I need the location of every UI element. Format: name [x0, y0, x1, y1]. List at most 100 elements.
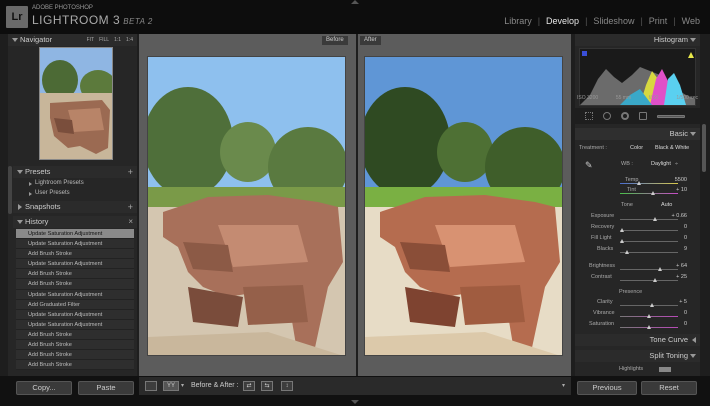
fill-light-slider-thumb[interactable]	[620, 239, 624, 243]
snapshots-header[interactable]: Snapshots +	[13, 201, 137, 213]
clarity-value[interactable]: + 5	[667, 299, 687, 305]
history-item[interactable]: Update Saturation Adjustment	[16, 309, 134, 320]
after-photo[interactable]	[364, 56, 563, 356]
spot-removal-tool-icon[interactable]	[603, 112, 611, 120]
add-snapshot-icon[interactable]: +	[128, 201, 133, 213]
paste-button[interactable]: Paste	[78, 381, 134, 395]
split-toning-header[interactable]: Split Toning	[575, 350, 700, 362]
temp-slider-thumb[interactable]	[637, 181, 641, 185]
history-item[interactable]: Add Brush Stroke	[16, 279, 134, 290]
module-web[interactable]: Web	[682, 16, 700, 26]
zoom-fit[interactable]: FIT	[87, 34, 95, 46]
basic-header[interactable]: Basic	[575, 128, 700, 140]
top-panel-toggle-icon[interactable]	[351, 0, 359, 4]
temp-slider[interactable]	[620, 181, 678, 185]
module-develop[interactable]: Develop	[546, 16, 579, 26]
previous-button[interactable]: Previous	[577, 381, 637, 395]
chevron-down-icon[interactable]: ▾	[181, 382, 184, 389]
chevron-down-icon[interactable]: ÷	[675, 161, 678, 167]
auto-tone-button[interactable]: Auto	[661, 202, 672, 208]
recovery-slider[interactable]	[620, 228, 678, 232]
exposure-slider-thumb[interactable]	[653, 217, 657, 221]
history-item[interactable]: Update Saturation Adjustment	[16, 319, 134, 330]
contrast-value[interactable]: + 25	[667, 274, 687, 280]
navigator-preview[interactable]	[39, 47, 113, 160]
history-item[interactable]: Add Brush Stroke	[16, 269, 134, 280]
contrast-slider-thumb[interactable]	[653, 278, 657, 282]
wb-preset-select[interactable]: Daylight	[651, 161, 671, 167]
saturation-slider-thumb[interactable]	[647, 325, 651, 329]
clear-history-icon[interactable]: ×	[128, 216, 133, 228]
histogram-header[interactable]: Histogram	[575, 34, 700, 46]
blacks-slider-thumb[interactable]	[625, 250, 629, 254]
history-item[interactable]: Add Brush Stroke	[16, 329, 134, 341]
presets-header[interactable]: Presets +	[13, 166, 137, 178]
clarity-slider-thumb[interactable]	[650, 303, 654, 307]
treatment-bw-option[interactable]: Black & White	[655, 145, 689, 151]
saturation-value[interactable]: 0	[667, 321, 687, 327]
module-print[interactable]: Print	[649, 16, 668, 26]
vibrance-value[interactable]: 0	[667, 310, 687, 316]
shadow-clipping-indicator[interactable]	[582, 51, 587, 56]
graduated-filter-icon[interactable]	[639, 112, 647, 120]
clarity-slider[interactable]	[620, 303, 678, 307]
brightness-value[interactable]: + 64	[667, 263, 687, 269]
fill-light-value[interactable]: 0	[667, 235, 687, 241]
exposure-slider[interactable]	[620, 217, 678, 221]
history-header[interactable]: History ×	[13, 216, 137, 228]
before-after-mode-button[interactable]: YY	[163, 381, 179, 391]
history-item[interactable]: Add Brush Stroke	[16, 350, 134, 361]
history-item[interactable]: Add Brush Stroke	[16, 340, 134, 351]
zoom-fill[interactable]: FILL	[99, 34, 109, 46]
preset-folder-lightroom[interactable]: Lightroom Presets	[35, 180, 84, 186]
crop-tool-icon[interactable]	[585, 112, 593, 120]
loupe-view-icon[interactable]	[145, 381, 157, 391]
expand-triangle-icon[interactable]	[29, 192, 32, 196]
brightness-slider-thumb[interactable]	[658, 267, 662, 271]
history-item[interactable]: Add Brush Stroke	[16, 360, 134, 371]
history-item[interactable]: Add Graduated Filter	[16, 299, 134, 310]
vibrance-slider-thumb[interactable]	[647, 314, 651, 318]
highlights-color-swatch[interactable]	[659, 367, 671, 372]
tone-curve-header[interactable]: Tone Curve	[575, 334, 700, 346]
toolbar-options-icon[interactable]: ▾	[562, 382, 565, 389]
left-panel-scrollbar[interactable]	[8, 166, 12, 214]
highlight-clipping-indicator[interactable]	[688, 52, 694, 58]
reset-button[interactable]: Reset	[641, 381, 697, 395]
saturation-slider[interactable]	[620, 325, 678, 329]
history-item[interactable]: Update Saturation Adjustment	[16, 239, 134, 250]
history-item[interactable]: Update Saturation Adjustment	[16, 229, 134, 240]
fill-light-slider[interactable]	[620, 239, 678, 243]
preset-folder-user[interactable]: User Presets	[35, 190, 70, 196]
filmstrip-toggle-icon[interactable]	[351, 400, 359, 404]
copy-button[interactable]: Copy...	[16, 381, 72, 395]
expand-triangle-icon[interactable]	[29, 182, 32, 186]
swap-before-after-icon[interactable]: ↕	[281, 381, 293, 391]
before-photo[interactable]	[147, 56, 346, 356]
recovery-slider-thumb[interactable]	[620, 228, 624, 232]
history-item[interactable]: Update Saturation Adjustment	[16, 289, 134, 300]
tint-slider[interactable]	[620, 191, 678, 195]
history-item[interactable]: Add Brush Stroke	[16, 249, 134, 260]
copy-before-to-after-icon[interactable]: ⇄	[243, 381, 255, 391]
add-preset-icon[interactable]: +	[128, 166, 133, 178]
history-item[interactable]: Update Saturation Adjustment	[16, 259, 134, 270]
recovery-value[interactable]: 0	[667, 224, 687, 230]
treatment-color-option[interactable]: Color	[630, 145, 643, 151]
tint-slider-thumb[interactable]	[651, 191, 655, 195]
exposure-value[interactable]: + 0.66	[667, 213, 687, 219]
blacks-slider[interactable]	[620, 250, 678, 254]
right-panel-scrollbar[interactable]	[702, 124, 706, 172]
blacks-value[interactable]: 9	[667, 246, 687, 252]
zoom-1-1[interactable]: 1:1	[114, 34, 121, 46]
tint-value[interactable]: + 10	[667, 187, 687, 193]
module-slideshow[interactable]: Slideshow	[593, 16, 634, 26]
adjustment-brush-icon[interactable]	[657, 115, 685, 118]
navigator-header[interactable]: Navigator FIT FILL 1:1 1:4	[8, 34, 137, 46]
zoom-1-4[interactable]: 1:4	[126, 34, 133, 46]
white-balance-eyedropper-icon[interactable]: ✎	[585, 160, 593, 171]
temp-value[interactable]: 5500	[667, 177, 687, 183]
contrast-slider[interactable]	[620, 278, 678, 282]
red-eye-tool-icon[interactable]	[621, 112, 629, 120]
module-library[interactable]: Library	[504, 16, 532, 26]
